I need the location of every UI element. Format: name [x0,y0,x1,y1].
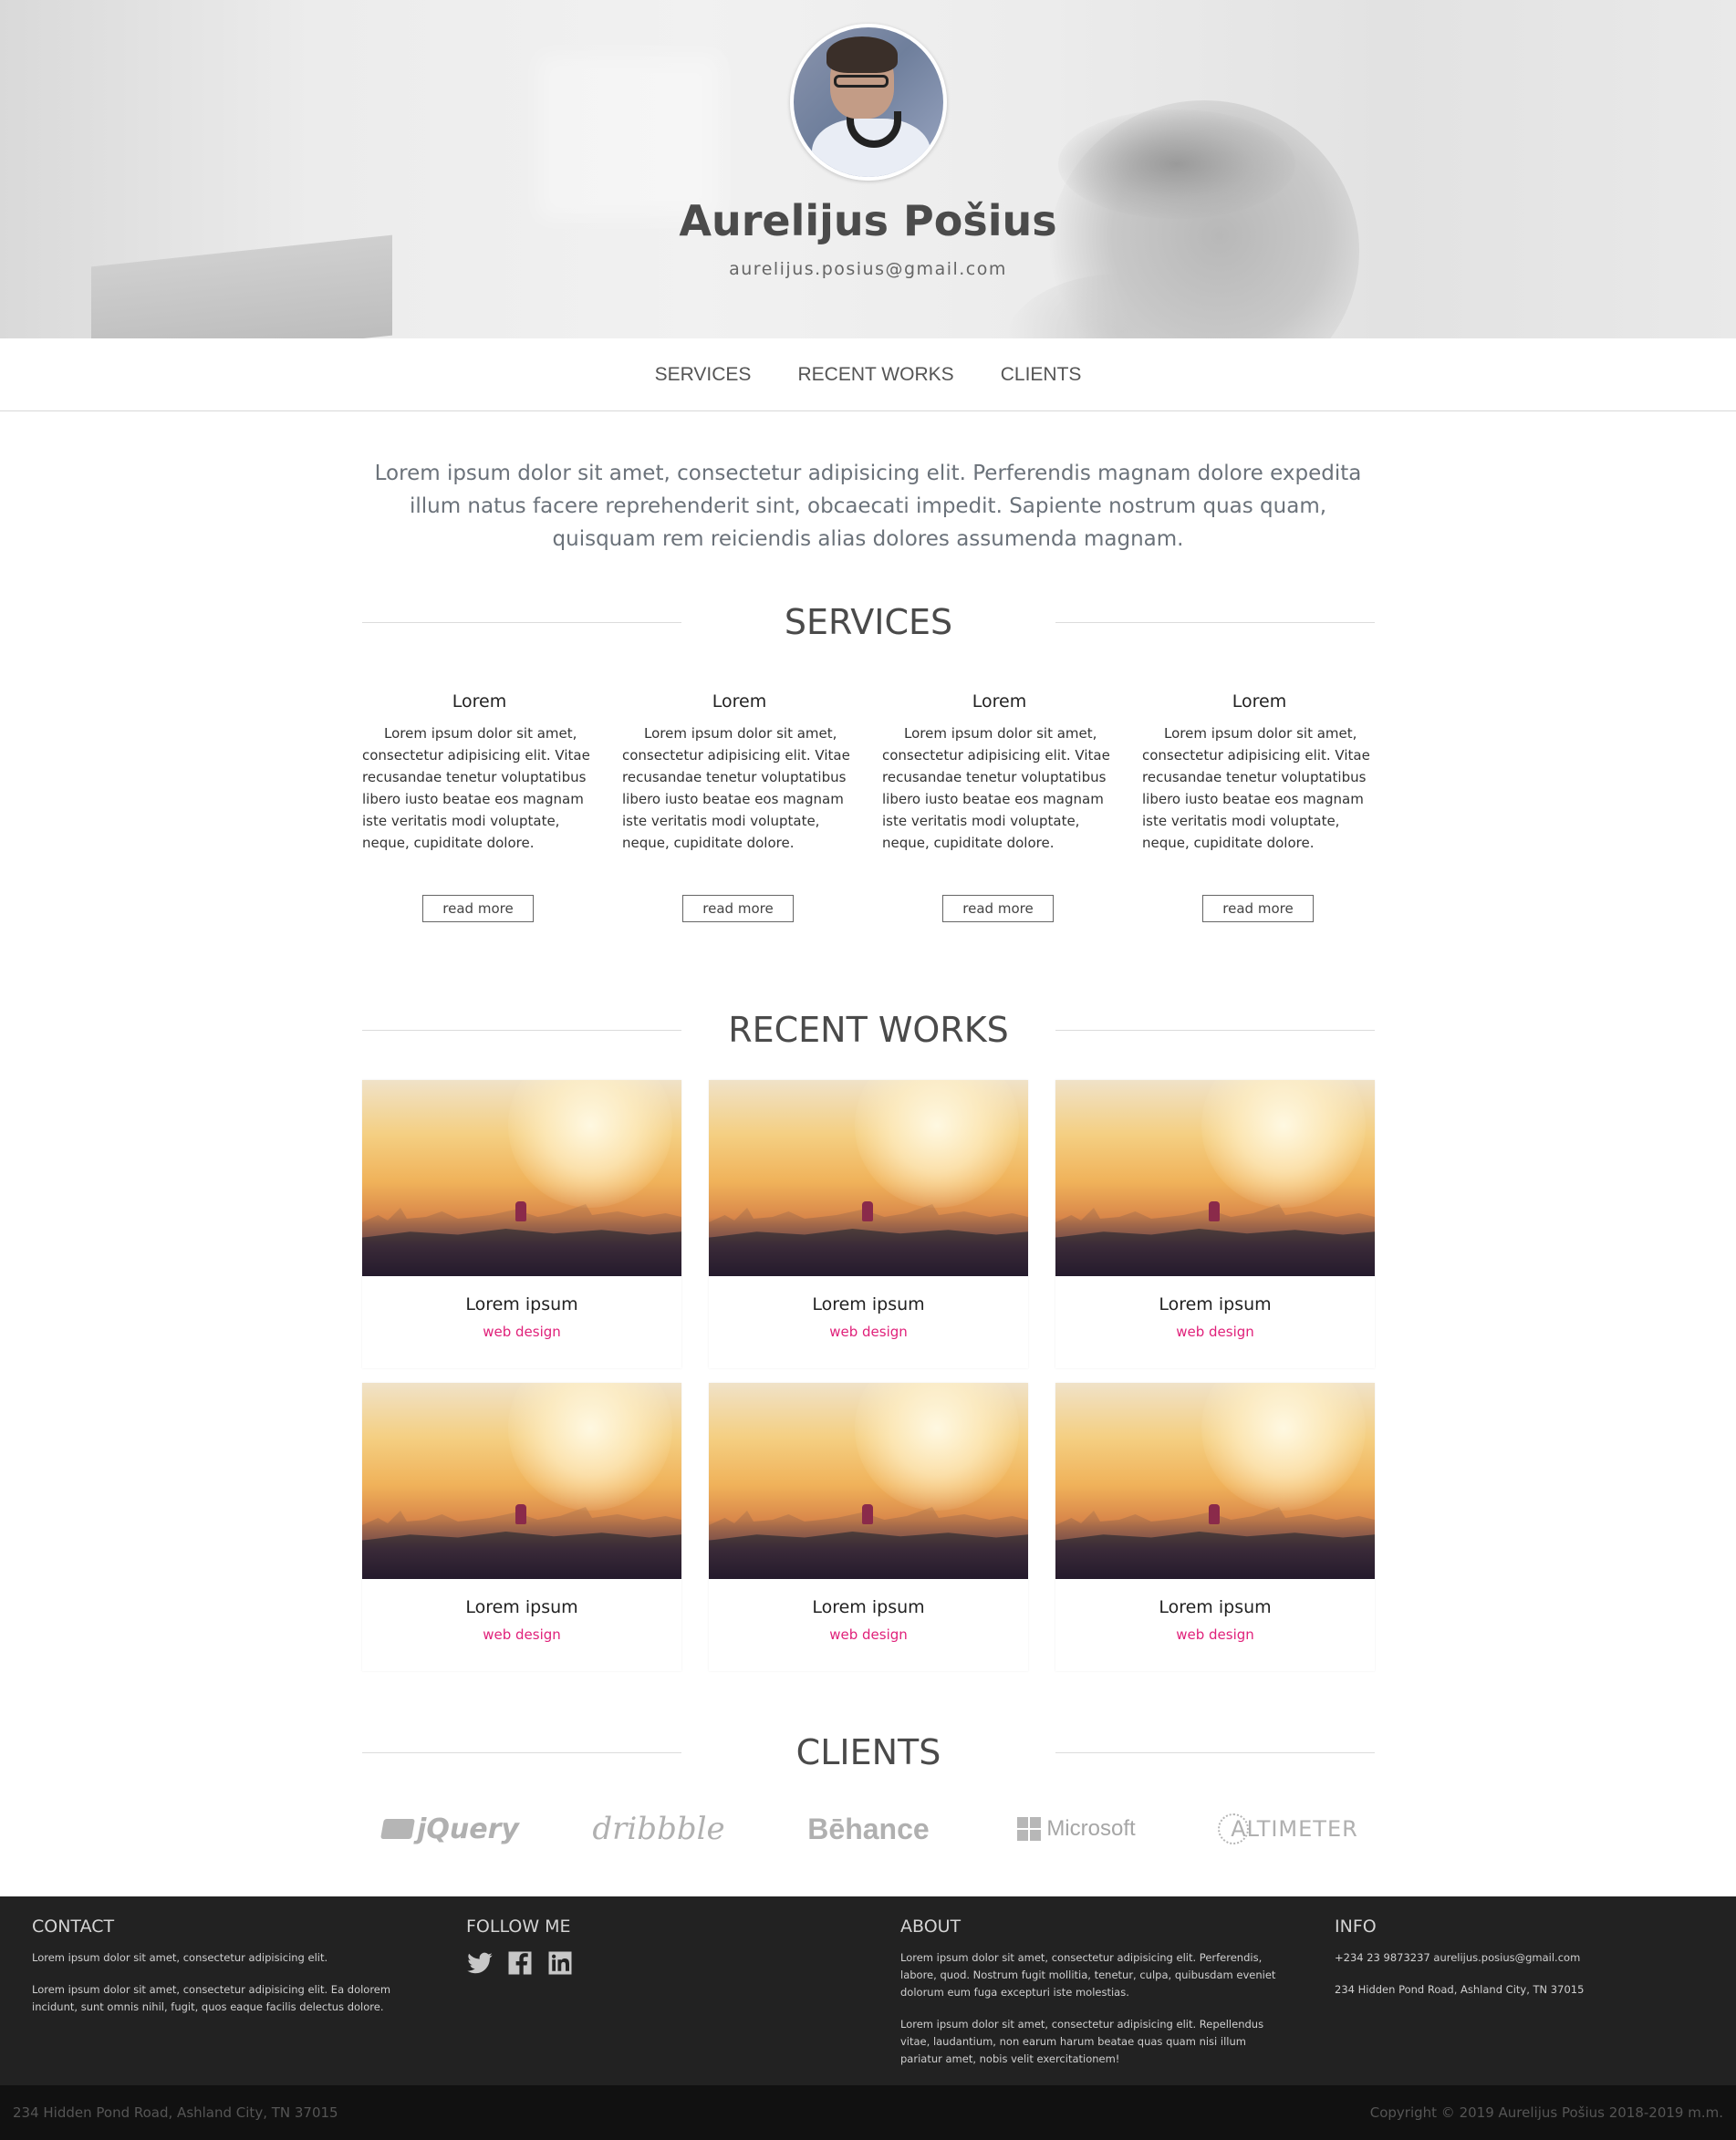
avatar [790,24,947,181]
footer-heading: CONTACT [32,1917,115,1937]
service-text: Lorem ipsum dolor sit amet, consectetur … [1142,725,1370,851]
work-thumbnail[interactable] [362,1080,681,1276]
work-category-link[interactable]: web design [709,1324,1028,1340]
footer-heading: FOLLOW ME [466,1917,571,1937]
service-text: Lorem ipsum dolor sit amet, consectetur … [362,725,590,851]
footer-follow: FOLLOW ME [466,1917,849,1977]
service-title: Lorem [452,691,507,712]
footer-text: Lorem ipsum dolor sit amet, consectetur … [32,1983,391,2013]
service-title: Lorem [1232,691,1287,712]
work-thumbnail[interactable] [1055,1383,1375,1579]
bottom-bar: 234 Hidden Pond Road, Ashland City, TN 3… [0,2085,1736,2140]
work-category-link[interactable]: web design [362,1626,681,1643]
work-thumbnail[interactable] [362,1383,681,1579]
nav-item-services[interactable]: SERVICES [655,338,752,411]
footer-text: Lorem ipsum dolor sit amet, consectetur … [32,1951,328,1964]
work-card[interactable]: Lorem ipsum web design [362,1383,681,1671]
work-card[interactable]: Lorem ipsum web design [362,1080,681,1368]
work-title: Lorem ipsum [812,1597,925,1617]
nav-item-clients[interactable]: CLIENTS [1001,338,1082,411]
site-footer: CONTACT Lorem ipsum dolor sit amet, cons… [0,1896,1736,2085]
jquery-mobile-logo: jQuery [380,1802,519,1856]
client-logos: jQuery dribbble Bēhance Microsoft ALTIME… [362,1802,1375,1856]
footer-info: INFO +234 23 9873237 aurelijus.posius@gm… [1335,1917,1718,2013]
hero-banner: Aurelijus Pošius aurelijus.posius@gmail.… [0,0,1736,338]
work-thumbnail[interactable] [709,1383,1028,1579]
intro-text: Lorem ipsum dolor sit amet, consectetur … [374,462,1362,551]
social-links [466,1949,849,1977]
work-category-link[interactable]: web design [709,1626,1028,1643]
work-title: Lorem ipsum [1159,1294,1272,1314]
work-title: Lorem ipsum [812,1294,925,1314]
service-text: Lorem ipsum dolor sit amet, consectetur … [882,725,1110,851]
work-thumbnail[interactable] [1055,1080,1375,1276]
service-item: Lorem Lorem ipsum dolor sit amet, consec… [622,691,857,922]
twitter-icon[interactable] [466,1949,494,1977]
bottom-address: 234 Hidden Pond Road, Ashland City, TN 3… [13,2104,338,2121]
work-card[interactable]: Lorem ipsum web design [1055,1383,1375,1671]
service-item: Lorem Lorem ipsum dolor sit amet, consec… [1142,691,1377,922]
work-category-link[interactable]: web design [1055,1324,1375,1340]
footer-about: ABOUT Lorem ipsum dolor sit amet, consec… [900,1917,1284,2083]
works-heading-block: RECENT WORKS [362,1007,1375,1053]
main-nav: SERVICES RECENT WORKS CLIENTS [0,338,1736,411]
microsoft-logo: Microsoft [1013,1802,1140,1856]
work-title: Lorem ipsum [465,1294,578,1314]
work-category-link[interactable]: web design [362,1324,681,1340]
read-more-button[interactable]: read more [1202,895,1314,922]
copyright-text: Copyright © 2019 Aurelijus Pošius 2018-2… [1369,2104,1723,2121]
behance-logo: Bēhance [807,1812,930,1845]
footer-text: Lorem ipsum dolor sit amet, consectetur … [900,2018,1264,2065]
service-text: Lorem ipsum dolor sit amet, consectetur … [622,725,850,851]
read-more-button[interactable]: read more [682,895,794,922]
services-section: Lorem Lorem ipsum dolor sit amet, consec… [362,691,1375,929]
service-title: Lorem [972,691,1027,712]
services-heading-block: SERVICES [362,599,1375,645]
read-more-button[interactable]: read more [942,895,1054,922]
profile-email: aurelijus.posius@gmail.com [729,259,1007,279]
work-title: Lorem ipsum [1159,1597,1272,1617]
services-heading: SERVICES [784,602,953,642]
profile-name: Aurelijus Pošius [679,196,1057,245]
clients-heading-block: CLIENTS [362,1730,1375,1775]
footer-address: 234 Hidden Pond Road, Ashland City, TN 3… [1335,1983,1585,1996]
service-item: Lorem Lorem ipsum dolor sit amet, consec… [362,691,597,922]
works-heading: RECENT WORKS [728,1010,1009,1050]
dribbble-logo: dribbble [592,1811,725,1847]
work-card[interactable]: Lorem ipsum web design [1055,1080,1375,1368]
read-more-button[interactable]: read more [422,895,534,922]
background-monitor [91,234,392,338]
linkedin-icon[interactable] [546,1949,574,1977]
footer-text: Lorem ipsum dolor sit amet, consectetur … [900,1951,1276,1999]
work-title: Lorem ipsum [465,1597,578,1617]
work-card[interactable]: Lorem ipsum web design [709,1383,1028,1671]
facebook-icon[interactable] [506,1949,534,1977]
nav-item-recent-works[interactable]: RECENT WORKS [798,338,954,411]
work-category-link[interactable]: web design [1055,1626,1375,1643]
footer-heading: ABOUT [900,1917,962,1937]
altimeter-logo: ALTIMETER [1215,1802,1361,1856]
footer-contact: CONTACT Lorem ipsum dolor sit amet, cons… [32,1917,415,2031]
footer-contact-line: +234 23 9873237 aurelijus.posius@gmail.c… [1335,1951,1581,1964]
service-title: Lorem [712,691,767,712]
footer-heading: INFO [1335,1917,1377,1937]
service-item: Lorem Lorem ipsum dolor sit amet, consec… [882,691,1117,922]
clients-heading: CLIENTS [795,1732,941,1772]
work-card[interactable]: Lorem ipsum web design [709,1080,1028,1368]
work-thumbnail[interactable] [709,1080,1028,1276]
